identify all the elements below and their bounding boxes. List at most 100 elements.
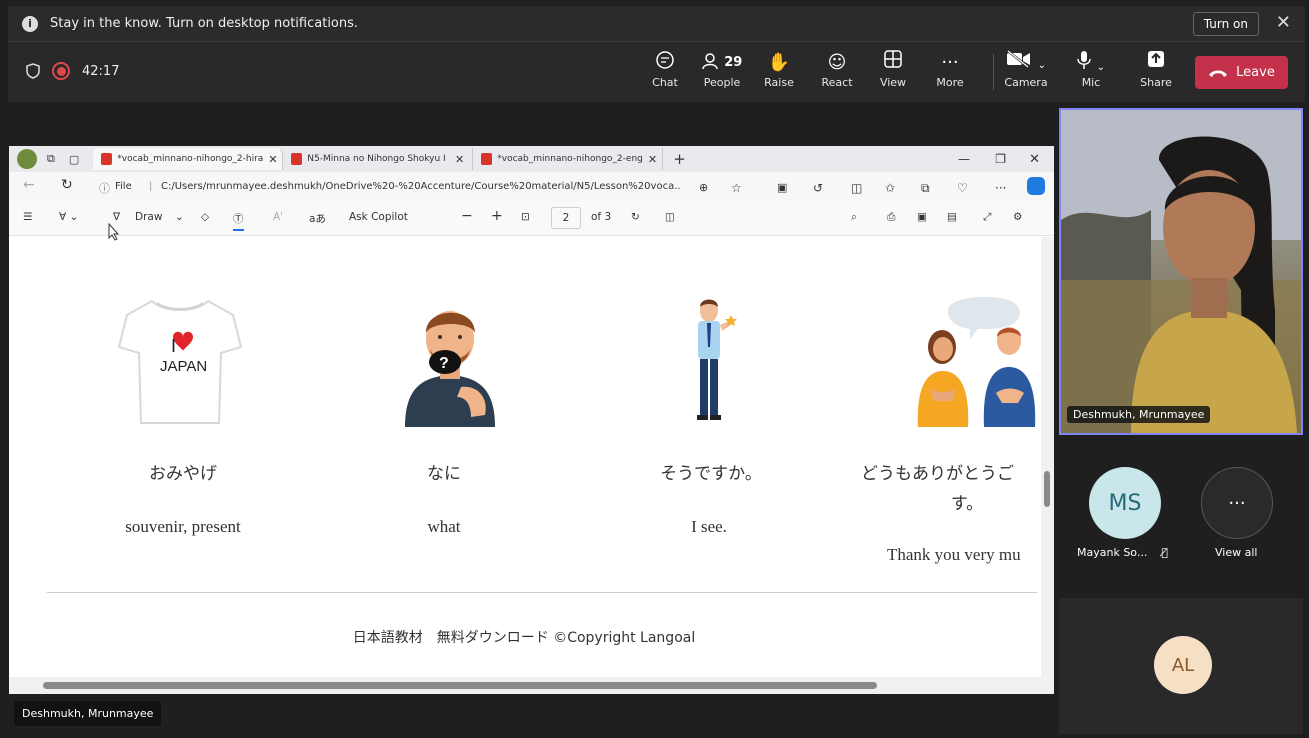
minimize-icon[interactable]: — [958, 152, 970, 166]
view-all-button[interactable]: ··· [1201, 467, 1273, 539]
share-button[interactable]: Share [1128, 50, 1184, 89]
presenter-video-tile[interactable]: Deshmukh, Mrunmayee [1059, 108, 1303, 435]
extension-icon[interactable]: ▣ [777, 181, 787, 194]
vocab-jp-arigatou-line2: す。 [950, 494, 984, 514]
text-box-icon[interactable]: Ⓣ [233, 211, 244, 231]
leave-label: Leave [1236, 65, 1275, 80]
vertical-scrollbar[interactable] [1041, 237, 1054, 677]
leave-button[interactable]: Leave [1195, 56, 1288, 89]
browser-tab-bar: ⧉ ▢ *vocab_minnano-nihongo_2-hira ✕ N5-M… [9, 146, 1054, 172]
people-button[interactable]: 29 People [694, 50, 750, 89]
copilot-icon[interactable] [1027, 177, 1045, 195]
mic-label: Mic [1081, 76, 1101, 89]
pdf-toolbar: ☰ ∀ ⌄ ∇ Draw ⌄ ◇ Ⓣ A' aあ Ask Copilot − +… [9, 202, 1054, 236]
favorite-star-icon[interactable]: ☆ [731, 181, 742, 195]
camera-button[interactable]: ⌄ Camera [998, 50, 1054, 89]
restore-icon[interactable]: ❐ [995, 152, 1006, 166]
toolbar-divider [993, 54, 994, 90]
draw-icon[interactable]: ∇ [113, 211, 120, 223]
split-screen-icon[interactable]: ◫ [851, 181, 862, 195]
tab-close-icon[interactable]: ✕ [455, 153, 464, 166]
search-icon[interactable]: ⌕ [851, 211, 857, 224]
participant-avatar-ms[interactable]: MS [1089, 467, 1161, 539]
meeting-timer: 42:17 [82, 63, 120, 79]
thinking-man-illustration: ? [405, 311, 495, 427]
tab-close-icon[interactable]: ✕ [648, 153, 657, 166]
notification-bar: i Stay in the know. Turn on desktop noti… [8, 6, 1305, 42]
horizontal-scrollbar[interactable] [9, 677, 1054, 694]
raise-hand-button[interactable]: ✋ Raise [751, 50, 807, 89]
zoom-icon[interactable]: ⊕ [699, 181, 708, 194]
page-number-input[interactable]: 2 [551, 207, 581, 229]
highlight-icon[interactable]: ∀ ⌄ [59, 211, 78, 223]
grid-icon [865, 50, 921, 76]
rotate-icon[interactable]: ↻ [631, 211, 640, 223]
eraser-icon[interactable]: ◇ [201, 211, 209, 223]
fullscreen-icon[interactable]: ⤢ [983, 211, 991, 224]
ask-copilot-button[interactable]: Ask Copilot [349, 211, 408, 223]
mic-button[interactable]: ⌄ Mic [1063, 50, 1119, 89]
favorites-icon[interactable]: ✩ [885, 181, 895, 195]
presenter-name-label: Deshmukh, Mrunmayee [1067, 406, 1211, 423]
browser-tab[interactable]: *vocab_minnano-nihongo_2-eng ✕ [473, 148, 664, 170]
save-icon[interactable]: ▣ [917, 211, 927, 223]
address-bar: ← ↻ ⓘ File | C:/Users/mrunmayee.deshmukh… [9, 172, 1054, 202]
tab-close-icon[interactable]: ✕ [268, 153, 277, 166]
share-label: Share [1140, 76, 1172, 89]
camera-chevron-icon[interactable]: ⌄ [1038, 60, 1046, 71]
fit-page-icon[interactable]: ⊡ [521, 211, 530, 223]
info-circle-icon: ⓘ [99, 182, 110, 195]
recording-icon [52, 62, 70, 80]
close-icon[interactable]: ✕ [1276, 12, 1291, 33]
draw-chevron-icon[interactable]: ⌄ [175, 211, 184, 223]
vocab-jp-arigatou: どうもありがとうご [861, 464, 1014, 484]
zoom-out-icon[interactable]: − [461, 208, 473, 224]
smiley-icon: ☺ [827, 52, 847, 73]
url-field[interactable]: C:/Users/mrunmayee.deshmukh/OneDrive%20-… [161, 181, 681, 192]
read-aloud-icon[interactable]: A' [273, 211, 283, 223]
participant-tile-al[interactable]: AL [1059, 598, 1303, 734]
chat-button[interactable]: Chat [637, 50, 693, 89]
react-button[interactable]: ☺ React [809, 50, 865, 89]
turn-on-button[interactable]: Turn on [1192, 12, 1259, 36]
draw-button[interactable]: Draw [135, 211, 162, 223]
chat-icon [637, 50, 693, 76]
collections-icon[interactable]: ⧉ [921, 181, 930, 196]
camera-label: Camera [1004, 76, 1048, 89]
vertical-scroll-thumb[interactable] [1044, 471, 1050, 507]
address-divider: | [149, 181, 153, 192]
profile-avatar[interactable] [17, 149, 37, 169]
view-button[interactable]: View [865, 50, 921, 89]
translate-icon[interactable]: aあ [309, 211, 326, 226]
copilot-refresh-icon[interactable]: ↺ [813, 181, 823, 195]
raise-label: Raise [764, 76, 794, 89]
vocab-en-thank-you: Thank you very mu [887, 545, 1021, 564]
vocab-en-souvenir: souvenir, present [125, 517, 241, 536]
zoom-in-icon[interactable]: + [491, 208, 503, 224]
tab-actions-icon[interactable]: ▢ [69, 153, 79, 166]
refresh-icon[interactable]: ↻ [61, 177, 73, 193]
back-icon[interactable]: ← [23, 177, 35, 193]
meeting-toolbar: 42:17 Chat 29 People ✋ Raise ☺ React Vie… [8, 42, 1305, 102]
participant-ms-label: Mayank So... 🎙̸ [1077, 546, 1168, 559]
more-button[interactable]: ··· More [922, 50, 978, 89]
vocab-jp-omiyage: おみやげ [149, 464, 217, 484]
workspaces-icon[interactable]: ⧉ [47, 152, 55, 166]
mic-chevron-icon[interactable]: ⌄ [1097, 62, 1105, 73]
contents-icon[interactable]: ☰ [23, 211, 32, 223]
save-as-icon[interactable]: ▤ [947, 211, 957, 223]
two-people-talking-illustration [917, 297, 1036, 427]
browser-tab[interactable]: N5-Minna no Nihongo Shokyu I ✕ [283, 148, 474, 170]
tshirt-text-japan: JAPAN [160, 358, 207, 375]
page-footer: 日本語教材 無料ダウンロード ©Copyright Langoal [352, 630, 696, 646]
page-view-icon[interactable]: ◫ [665, 211, 675, 223]
performance-icon[interactable]: ♡ [957, 181, 968, 195]
pdf-settings-icon[interactable]: ⚙ [1013, 211, 1022, 223]
print-icon[interactable]: ⎙ [887, 211, 895, 224]
browser-tab[interactable]: *vocab_minnano-nihongo_2-hira ✕ [93, 148, 284, 170]
window-close-icon[interactable]: ✕ [1029, 152, 1040, 167]
settings-more-icon[interactable]: ··· [995, 181, 1006, 195]
horizontal-scroll-thumb[interactable] [43, 682, 877, 689]
new-tab-icon[interactable]: + [673, 150, 686, 168]
vocab-jp-nani: なに [427, 464, 461, 484]
